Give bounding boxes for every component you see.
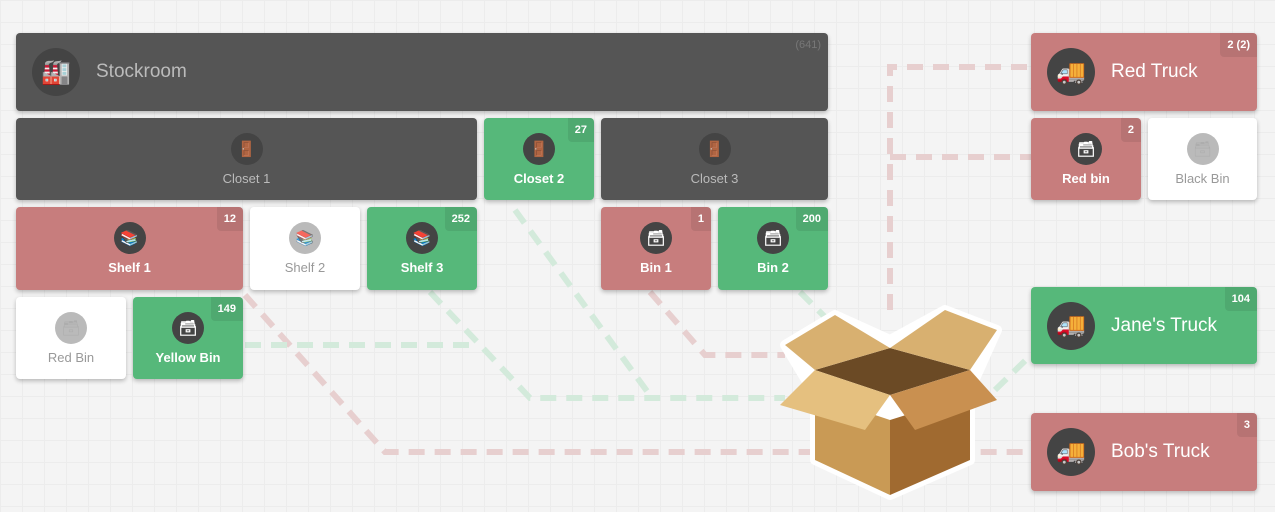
truck-icon: 🚚 [1047,428,1095,476]
closet-1-node[interactable]: 🚪 Closet 1 [16,118,477,200]
node-label: Shelf 2 [284,260,326,275]
node-label: Yellow Bin [155,349,221,365]
cardboard-box-icon[interactable] [775,300,1005,500]
count-badge: 3 [1236,413,1257,437]
bin-icon: 🗃 [1186,132,1219,165]
shelf-icon: 📚 [289,222,321,254]
count-badge: 27 [567,118,594,142]
node-label: Jane's Truck [1111,314,1218,336]
count-badge: 200 [795,207,828,231]
bin-icon: 🗃 [55,311,87,344]
red-bin-node[interactable]: 🗃 Red Bin [16,297,126,379]
shelf-icon: 📚 [113,222,146,254]
shelf-2-node[interactable]: 📚 Shelf 2 [250,207,360,290]
link-bin1 [647,290,785,358]
red-truck-node[interactable]: 🚚 Red Truck 2 (2) [1031,33,1257,111]
link-red-truck [887,64,1031,310]
truck-red-bin-node[interactable]: 🗃 Red bin 2 [1031,118,1141,200]
node-label: Closet 3 [690,170,739,186]
node-label: Shelf 3 [400,260,444,275]
node-label: Stockroom [96,61,187,82]
closet-3-node[interactable]: 🚪 Closet 3 [601,118,828,200]
truck-icon: 🚚 [1047,301,1095,350]
count-badge: 104 [1224,287,1257,311]
count-badge: 12 [216,207,243,231]
bin-icon: 🗃 [172,311,204,344]
count-badge: 252 [444,207,477,231]
door-icon: 🚪 [230,132,263,165]
bin-1-node[interactable]: 🗃 Bin 1 1 [601,207,711,290]
warehouse-icon: 🏭 [32,48,80,96]
count-badge: (641) [795,39,821,51]
black-bin-node[interactable]: 🗃 Black Bin [1148,118,1257,200]
door-icon: 🚪 [698,132,731,165]
bin-icon: 🗃 [1070,132,1102,165]
bin-2-node[interactable]: 🗃 Bin 2 200 [718,207,828,290]
shelf-3-node[interactable]: 📚 Shelf 3 252 [367,207,477,290]
count-badge: 1 [690,207,711,231]
node-label: Bin 2 [757,260,789,275]
closet-2-node[interactable]: 🚪 Closet 2 27 [484,118,594,200]
truck-icon: 🚚 [1047,48,1095,96]
node-label: Red Bin [47,349,95,365]
bin-icon: 🗃 [757,222,789,254]
bin-icon: 🗃 [640,222,672,254]
node-label: Red Truck [1111,61,1198,82]
node-label: Bob's Truck [1111,441,1210,462]
yellow-bin-node[interactable]: 🗃 Yellow Bin 149 [133,297,243,379]
node-label: Black Bin [1175,170,1230,186]
janes-truck-node[interactable]: 🚚 Jane's Truck 104 [1031,287,1257,364]
shelf-icon: 📚 [406,222,438,254]
shelf-1-node[interactable]: 📚 Shelf 1 12 [16,207,243,290]
node-label: Shelf 1 [108,260,151,275]
node-label: Closet 1 [222,170,271,186]
count-badge: 2 (2) [1220,33,1257,57]
stockroom-node[interactable]: 🏭 Stockroom (641) [16,33,828,111]
door-icon: 🚪 [523,132,555,165]
bobs-truck-node[interactable]: 🚚 Bob's Truck 3 [1031,413,1257,491]
node-label: Red bin [1062,170,1110,186]
link-shelf3 [427,289,785,401]
count-badge: 149 [210,297,243,321]
node-label: Closet 2 [513,170,565,186]
count-badge: 2 [1120,118,1141,142]
node-label: Bin 1 [640,260,672,275]
